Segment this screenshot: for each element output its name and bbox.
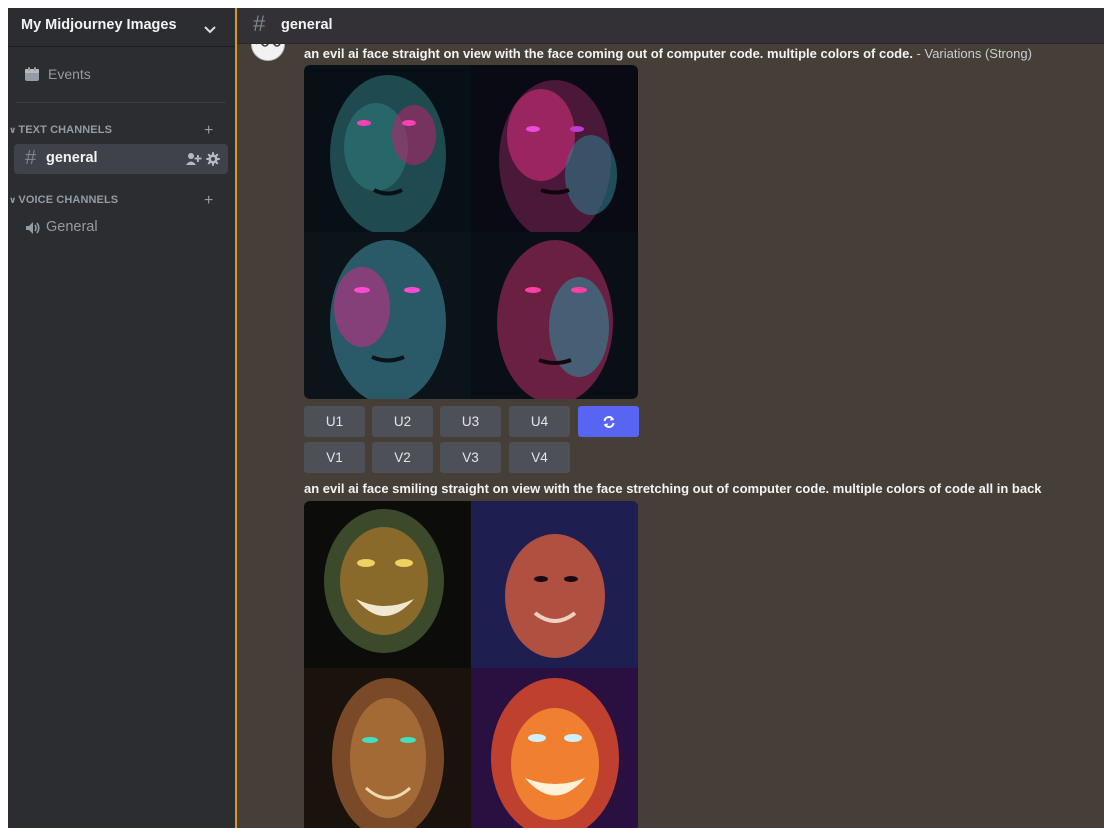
generated-image[interactable] [304, 65, 471, 232]
message-prompt: an evil ai face smiling straight on view… [304, 481, 1042, 496]
generated-image[interactable] [471, 501, 638, 668]
server-name: My Midjourney Images [21, 17, 177, 33]
prompt-text: an evil ai face smiling straight on view… [304, 481, 1042, 496]
channel-actions [186, 152, 220, 166]
variation-1-button[interactable]: V1 [304, 442, 365, 473]
avatar[interactable] [251, 41, 285, 63]
reroll-button[interactable] [578, 406, 639, 437]
generated-image[interactable] [471, 232, 638, 399]
channel-name: general [46, 150, 98, 166]
upscale-1-button[interactable]: U1 [304, 406, 365, 437]
generated-image[interactable] [304, 668, 471, 828]
calendar-icon [25, 67, 39, 81]
message-prompt: an evil ai face straight on view with th… [304, 46, 1032, 61]
image-grid[interactable] [304, 501, 638, 828]
hashtag-icon: # [25, 147, 37, 169]
channel-sidebar: My Midjourney Images Events ∨ TEXT CHANN… [8, 8, 235, 828]
channel-header: # general [237, 8, 1104, 44]
generated-image[interactable] [304, 232, 471, 399]
chevron-down-icon: ∨ [9, 194, 17, 205]
voice-channel-general[interactable]: General [46, 219, 98, 235]
refresh-icon [603, 415, 614, 428]
prompt-text: an evil ai face straight on view with th… [304, 46, 913, 61]
events-label: Events [48, 66, 91, 82]
text-channels-label: TEXT CHANNELS [18, 124, 113, 136]
add-voice-channel-icon[interactable]: + [204, 193, 213, 209]
voice-channels-label: VOICE CHANNELS [18, 194, 119, 206]
generated-image[interactable] [471, 668, 638, 828]
variation-2-button[interactable]: V2 [372, 442, 433, 473]
events-item[interactable]: Events [24, 66, 91, 82]
upscale-3-button[interactable]: U3 [440, 406, 501, 437]
channel-title: general [281, 17, 333, 33]
chevron-down-icon[interactable] [204, 21, 216, 39]
upscale-2-button[interactable]: U2 [372, 406, 433, 437]
image-grid[interactable] [304, 65, 638, 399]
voice-channels-category[interactable]: ∨ VOICE CHANNELS [8, 194, 118, 206]
gear-icon[interactable] [206, 152, 220, 166]
message-area: an evil ai face straight on view with th… [235, 8, 1104, 828]
text-channels-category[interactable]: ∨ TEXT CHANNELS [8, 124, 112, 136]
discord-window: My Midjourney Images Events ∨ TEXT CHANN… [8, 8, 1104, 828]
generated-image[interactable] [471, 65, 638, 232]
variation-4-button[interactable]: V4 [509, 442, 570, 473]
variation-3-button[interactable]: V3 [440, 442, 501, 473]
server-header[interactable]: My Midjourney Images [8, 8, 235, 47]
invite-members-icon[interactable] [186, 152, 202, 166]
new-message-bar [235, 8, 237, 828]
hashtag-icon: # [253, 11, 266, 36]
generated-image[interactable] [304, 501, 471, 668]
upscale-4-button[interactable]: U4 [509, 406, 570, 437]
sidebar-divider [16, 102, 226, 103]
variation-suffix: - Variations (Strong) [912, 46, 1032, 61]
speaker-icon [26, 222, 40, 234]
chevron-down-icon: ∨ [9, 124, 17, 135]
add-text-channel-icon[interactable]: + [204, 123, 213, 139]
